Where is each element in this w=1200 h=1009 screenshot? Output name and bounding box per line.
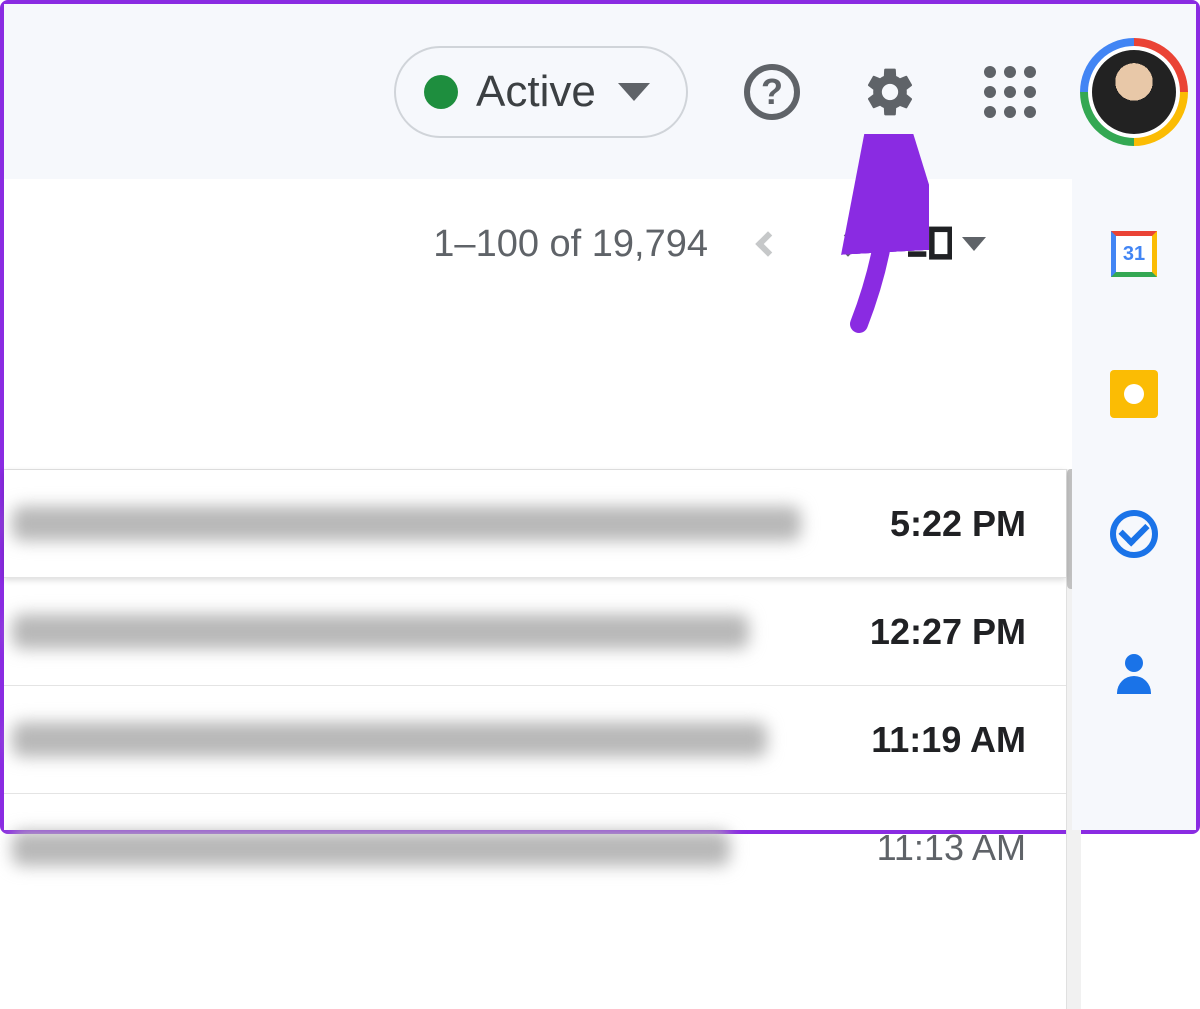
email-subject-blurred — [12, 504, 870, 544]
pagination-text: 1–100 of 19,794 — [433, 223, 708, 266]
split-pane-icon — [908, 225, 952, 263]
status-dot-icon — [424, 75, 458, 109]
chevron-down-icon — [618, 83, 650, 101]
chevron-left-icon — [755, 231, 780, 256]
email-row[interactable]: 11:13 AM — [4, 794, 1066, 902]
calendar-icon: 31 — [1111, 231, 1157, 277]
email-subject-blurred — [12, 612, 850, 652]
tasks-app-button[interactable] — [1109, 509, 1159, 559]
next-page-button[interactable] — [828, 224, 868, 264]
app-header: Active ? — [4, 4, 1196, 179]
email-row[interactable]: 12:27 PM — [4, 578, 1066, 686]
status-label: Active — [476, 67, 596, 117]
settings-button[interactable] — [862, 64, 918, 120]
side-panel: 31 — [1072, 179, 1196, 830]
email-time: 5:22 PM — [890, 503, 1026, 545]
email-subject-blurred — [12, 828, 857, 868]
contacts-icon — [1114, 654, 1154, 694]
email-row[interactable]: 11:19 AM — [4, 686, 1066, 794]
calendar-app-button[interactable]: 31 — [1109, 229, 1159, 279]
account-avatar[interactable] — [1080, 38, 1188, 146]
email-time: 11:13 AM — [877, 827, 1026, 869]
help-icon: ? — [744, 64, 800, 120]
status-chip[interactable]: Active — [394, 46, 688, 138]
apps-grid-icon — [984, 66, 1036, 118]
chevron-down-icon — [962, 237, 986, 251]
split-pane-toggle[interactable] — [908, 225, 986, 263]
email-time: 11:19 AM — [871, 719, 1026, 761]
contacts-app-button[interactable] — [1109, 649, 1159, 699]
email-list: 5:22 PM 12:27 PM 11:19 AM 11:13 AM — [4, 469, 1066, 902]
gear-icon — [862, 62, 918, 122]
prev-page-button[interactable] — [748, 224, 788, 264]
tasks-icon — [1110, 510, 1158, 558]
avatar-image — [1088, 46, 1180, 138]
google-apps-button[interactable] — [982, 64, 1038, 120]
help-button[interactable]: ? — [744, 64, 800, 120]
email-subject-blurred — [12, 720, 851, 760]
email-time: 12:27 PM — [870, 611, 1026, 653]
chevron-right-icon — [835, 231, 860, 256]
email-row[interactable]: 5:22 PM — [4, 470, 1066, 578]
keep-app-button[interactable] — [1109, 369, 1159, 419]
inbox-panel: 1–100 of 19,794 5:22 PM 12:27 PM — [4, 179, 1066, 830]
list-toolbar: 1–100 of 19,794 — [4, 179, 1066, 309]
keep-icon — [1110, 370, 1158, 418]
